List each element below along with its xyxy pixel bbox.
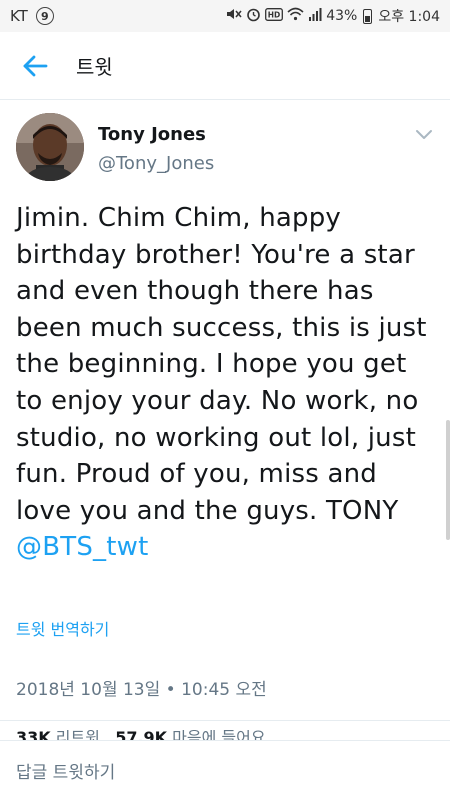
page-title: 트윗 xyxy=(76,55,113,79)
tweet-stats: 33K 리트윗 57.9K 마음에 들어요 xyxy=(16,730,266,740)
notification-badge: 9 xyxy=(35,7,54,25)
divider xyxy=(0,720,450,721)
battery-percent: 43% xyxy=(326,8,358,24)
reply-placeholder: 답글 트윗하기 xyxy=(16,763,116,783)
tweet-body: Jimin. Chim Chim, happy birthday brother… xyxy=(16,200,436,566)
svg-text:HD: HD xyxy=(268,10,281,19)
author-handle[interactable]: @Tony_Jones xyxy=(98,153,214,174)
reply-input[interactable]: 답글 트윗하기 xyxy=(0,740,450,800)
signal-icon xyxy=(308,7,322,25)
tweet-timestamp: 2018년 10월 13일 • 10:45 오전 xyxy=(16,680,267,700)
tweet-author: Tony Jones @Tony_Jones xyxy=(16,113,436,183)
retweet-label[interactable]: 리트윗 xyxy=(56,730,100,740)
translate-tweet-link[interactable]: 트윗 번역하기 xyxy=(16,616,109,640)
battery-icon xyxy=(363,8,373,24)
carrier-label: KT xyxy=(10,7,28,25)
back-arrow-icon xyxy=(23,55,48,76)
clock: 오후 1:04 xyxy=(378,9,440,25)
back-button[interactable] xyxy=(0,32,70,100)
alarm-icon xyxy=(246,7,261,26)
avatar[interactable] xyxy=(16,113,84,181)
like-count[interactable]: 57.9K xyxy=(115,730,167,740)
status-bar: KT 9 HD 43% 오후 1:04 xyxy=(0,0,450,32)
chevron-down-icon[interactable] xyxy=(412,123,436,147)
status-bar-right: HD 43% 오후 1:04 xyxy=(226,6,440,26)
scrollbar[interactable] xyxy=(446,420,450,540)
like-label[interactable]: 마음에 들어요 xyxy=(172,730,265,740)
app-header: 트윗 xyxy=(0,32,450,100)
hd-icon: HD xyxy=(265,7,284,25)
author-name[interactable]: Tony Jones xyxy=(98,124,206,145)
wifi-icon xyxy=(287,7,304,25)
retweet-count[interactable]: 33K xyxy=(16,730,51,740)
mention-link[interactable]: @BTS_twt xyxy=(16,532,148,562)
status-bar-left: KT 9 xyxy=(10,7,54,25)
tweet-text: Jimin. Chim Chim, happy birthday brother… xyxy=(16,203,427,526)
mute-icon xyxy=(226,7,242,25)
